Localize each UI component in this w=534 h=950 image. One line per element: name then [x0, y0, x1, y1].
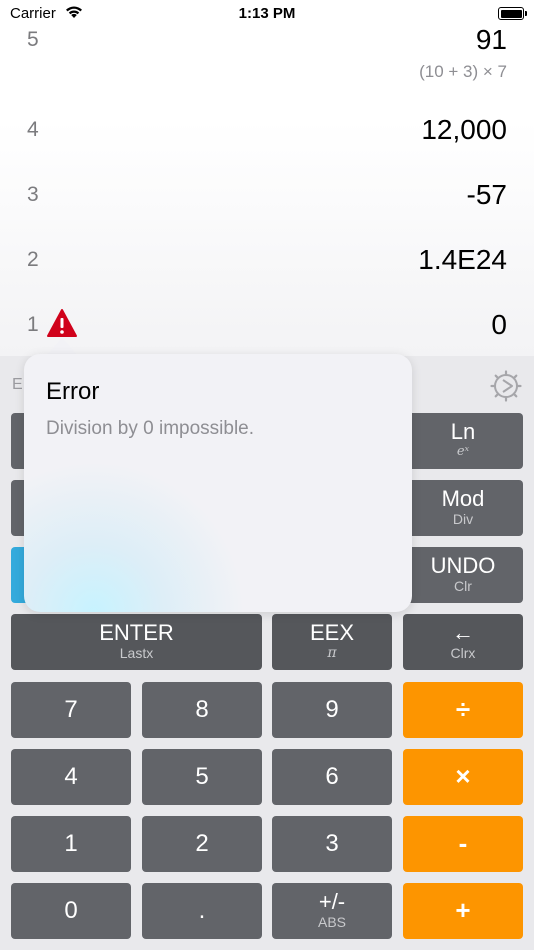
digit-label: 4	[64, 763, 78, 790]
digit-label: 2	[195, 830, 209, 857]
stack-display: 5 91 (10 + 3) × 7 4 12,000 3 -57 2 1.4E2…	[0, 0, 534, 356]
stack-index: 5	[27, 28, 39, 51]
digit-label: 7	[64, 696, 78, 723]
digit-3-button[interactable]: 3	[272, 816, 392, 872]
minus-label: -	[458, 828, 468, 858]
ln-label: Ln	[450, 419, 476, 444]
eex-label: EEX	[309, 620, 355, 645]
digit-label: 5	[195, 763, 209, 790]
backspace-arrow-icon: ←	[452, 620, 474, 645]
digit-5-button[interactable]: 5	[142, 749, 262, 805]
digit-label: 6	[325, 763, 339, 790]
decimal-button[interactable]: .	[142, 883, 262, 939]
digit-2-button[interactable]: 2	[142, 816, 262, 872]
digit-7-button[interactable]: 7	[11, 682, 131, 738]
digit-4-button[interactable]: 4	[11, 749, 131, 805]
stack-value: -57	[466, 179, 507, 210]
multiply-button[interactable]: ×	[403, 749, 523, 805]
digit-6-button[interactable]: 6	[272, 749, 392, 805]
undo-sublabel: Clr	[454, 578, 472, 594]
enter-sublabel: Lastx	[119, 645, 154, 661]
digit-label: 9	[325, 696, 339, 723]
plus-label: +	[455, 895, 471, 925]
enter-button[interactable]: ENTER Lastx	[11, 614, 262, 670]
multiply-label: ×	[455, 761, 471, 791]
digit-label: 8	[195, 696, 209, 723]
gear-icon[interactable]	[490, 370, 522, 402]
backspace-button[interactable]: ← Clrx	[403, 614, 523, 670]
eex-sublabel: π	[327, 645, 337, 661]
stack-index: 1	[27, 313, 39, 336]
sign-sublabel: ABS	[317, 914, 346, 930]
digit-1-button[interactable]: 1	[11, 816, 131, 872]
plus-button[interactable]: +	[403, 883, 523, 939]
stack-value: 0	[491, 309, 507, 340]
digit-0-button[interactable]: 0	[11, 883, 131, 939]
stack-index: 2	[27, 248, 39, 271]
digit-9-button[interactable]: 9	[272, 682, 392, 738]
undo-button[interactable]: UNDO Clr	[403, 547, 523, 603]
divide-label: ÷	[455, 694, 471, 724]
stack-value: 12,000	[421, 114, 507, 145]
ln-sublabel: eˣ	[456, 444, 470, 459]
sign-button[interactable]: +/- ABS	[272, 883, 392, 939]
stack-index: 4	[27, 118, 39, 141]
minus-button[interactable]: -	[403, 816, 523, 872]
divide-button[interactable]: ÷	[403, 682, 523, 738]
status-time: 1:13 PM	[238, 5, 296, 22]
enter-label: ENTER	[99, 620, 174, 645]
backspace-sublabel: Clrx	[450, 645, 476, 661]
mod-sublabel: Div	[452, 511, 474, 527]
stack-value: 1.4E24	[418, 244, 507, 275]
popover-message: Division by 0 impossible.	[46, 418, 255, 439]
digit-label: 1	[64, 830, 78, 857]
undo-label: UNDO	[430, 553, 496, 578]
decimal-label: .	[198, 897, 206, 924]
popover-title: Error	[46, 378, 100, 405]
eex-button[interactable]: EEX π	[272, 614, 392, 670]
digit-8-button[interactable]: 8	[142, 682, 262, 738]
stack-expression: (10 + 3) × 7	[419, 62, 507, 81]
mod-button[interactable]: Mod Div	[403, 480, 523, 536]
stack-index: 3	[27, 183, 39, 206]
info-label: E	[12, 376, 23, 393]
digit-label: 0	[64, 897, 78, 924]
battery-icon	[498, 7, 527, 20]
warning-triangle-icon[interactable]	[46, 308, 78, 338]
error-popover[interactable]: Error Division by 0 impossible.	[24, 354, 412, 612]
digit-label: 3	[325, 830, 339, 857]
mod-label: Mod	[441, 486, 485, 511]
ln-button[interactable]: Ln eˣ	[403, 413, 523, 469]
status-bar: Carrier 1:13 PM	[0, 0, 534, 30]
sign-label: +/-	[318, 889, 346, 914]
